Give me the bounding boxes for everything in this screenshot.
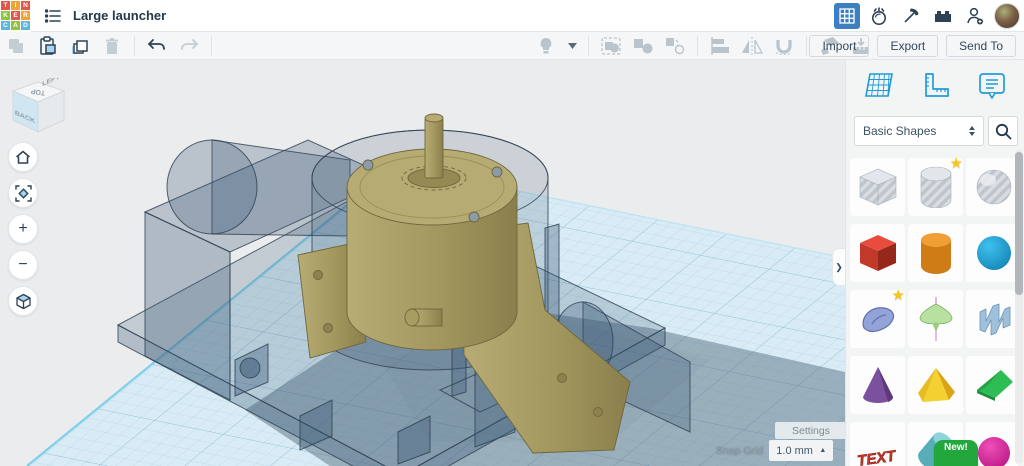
logo-cell: E [11, 11, 20, 20]
logo-cell: D [21, 21, 30, 30]
shape-tile-box-hole[interactable] [850, 158, 905, 216]
shape-tile-pyramid[interactable] [908, 356, 963, 414]
shapes-panel: Basic Shapes ★ [845, 60, 1024, 466]
3d-viewport[interactable]: TOP BACK LEFT + − Set [0, 60, 845, 466]
redo-icon[interactable] [177, 35, 201, 57]
notes-icon[interactable] [978, 72, 1006, 105]
export-button[interactable]: Export [877, 35, 938, 57]
shape-category-select[interactable]: Basic Shapes [854, 116, 984, 146]
shape-tiles-grid: ★ [846, 156, 1018, 466]
ruler-icon[interactable] [922, 72, 950, 105]
snap-grid-dropdown[interactable]: 1.0 mm ▲ [769, 440, 833, 461]
user-avatar[interactable] [994, 3, 1020, 29]
svg-text:TEXT: TEXT [856, 447, 898, 466]
shape-tile-sphere-hole[interactable] [966, 158, 1018, 216]
multiselect-icon[interactable] [663, 35, 687, 57]
settings-button[interactable]: Settings [775, 422, 845, 439]
favorite-star-icon[interactable]: ★ [950, 156, 963, 172]
shape-tile-roof[interactable] [966, 356, 1018, 414]
shape-tile-cone[interactable] [850, 356, 905, 414]
search-button[interactable] [988, 116, 1018, 146]
panel-collapse-handle[interactable]: ❯ [832, 248, 845, 286]
shape-tile-cylinder-hole[interactable]: ★ [908, 158, 963, 216]
top-bar: T I N K E R C A D Large launcher [0, 0, 1024, 32]
minecraft-pickaxe-icon[interactable] [898, 3, 924, 29]
magnet-icon[interactable] [772, 35, 796, 57]
shape-tile-text[interactable]: TEXT [850, 422, 905, 466]
sim-stopwatch-icon[interactable] [866, 3, 892, 29]
group-icon[interactable] [599, 35, 623, 57]
show-all-caret[interactable] [566, 35, 578, 57]
shape-tile-sphere[interactable] [966, 224, 1018, 282]
new-badge: New! [934, 440, 978, 466]
person-add-icon[interactable] [962, 3, 988, 29]
perspective-toggle-button[interactable] [8, 286, 38, 316]
shape-tile-cylinder[interactable] [908, 224, 963, 282]
delete-icon[interactable] [100, 35, 124, 57]
duplicate-icon[interactable] [68, 35, 92, 57]
zoom-in-button[interactable]: + [8, 214, 38, 244]
logo-cell: R [21, 11, 30, 20]
select-caret-icon [969, 126, 975, 136]
logo-cell: I [11, 1, 20, 10]
show-all-icon[interactable] [534, 35, 558, 57]
ungroup-icon[interactable] [631, 35, 655, 57]
favorite-star-icon[interactable]: ★ [892, 286, 905, 304]
logo-cell: N [21, 1, 30, 10]
design-menu-icon[interactable] [43, 6, 63, 26]
home-view-button[interactable] [8, 142, 38, 172]
send-to-button[interactable]: Send To [946, 35, 1016, 57]
3d-design-grid-icon[interactable] [834, 3, 860, 29]
tinkercad-logo[interactable]: T I N K E R C A D [0, 0, 31, 32]
workplane-icon[interactable] [864, 72, 894, 105]
undo-icon[interactable] [145, 35, 169, 57]
shape-tile-spinner[interactable] [908, 290, 963, 348]
logo-cell: K [1, 11, 10, 20]
snap-grid-caret-icon: ▲ [819, 447, 826, 454]
design-title[interactable]: Large launcher [73, 8, 166, 23]
paste-icon[interactable] [36, 35, 60, 57]
shape-tile-scribble[interactable]: ★ [850, 290, 905, 348]
shape-tile-3d-text-scribble[interactable] [966, 290, 1018, 348]
panel-scrollbar-thumb[interactable] [1015, 152, 1023, 295]
shape-tile-box[interactable] [850, 224, 905, 282]
zoom-out-button[interactable]: − [8, 250, 38, 280]
mirror-icon[interactable] [740, 35, 764, 57]
snap-grid-value: 1.0 mm [776, 445, 813, 457]
logo-cell: C [1, 21, 10, 30]
lego-brick-icon[interactable] [930, 3, 956, 29]
logo-cell: T [1, 1, 10, 10]
3d-scene[interactable] [0, 60, 845, 466]
view-cube[interactable]: TOP BACK LEFT [8, 78, 68, 138]
align-icon[interactable] [708, 35, 732, 57]
copy-icon[interactable] [4, 35, 28, 57]
shape-category-value: Basic Shapes [863, 124, 969, 138]
edit-toolbar: Import Export Send To [0, 32, 1024, 60]
import-button[interactable]: Import [809, 35, 869, 57]
snap-grid-label: Snap Grid [716, 445, 763, 457]
logo-cell: A [11, 21, 20, 30]
fit-view-button[interactable] [8, 178, 38, 208]
